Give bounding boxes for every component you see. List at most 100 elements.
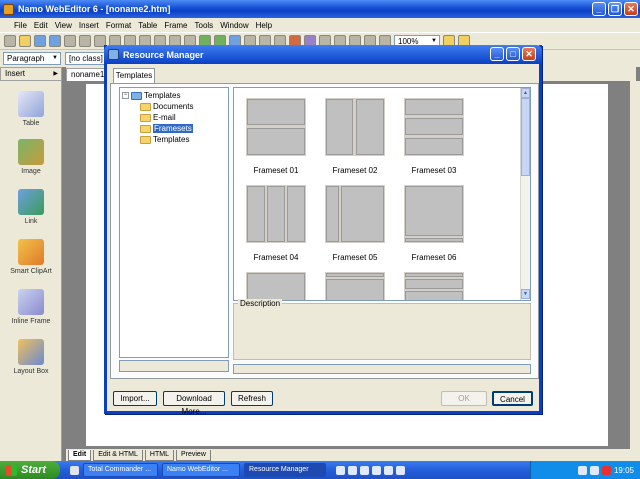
menu-help[interactable]: Help [256,21,272,30]
frameset-01-thumbnail[interactable] [246,98,306,156]
scroll-thumb[interactable] [521,98,530,176]
menu-window[interactable]: Window [220,21,248,30]
insert-image-button[interactable]: Image [0,139,62,175]
resource-manager-dialog: Resource Manager _ □ ✕ Templates − Templ… [104,45,542,416]
insert-layout-box-button[interactable]: Layout Box [0,339,62,375]
taskbar-icon-4[interactable] [372,465,381,475]
new-page-icon[interactable] [4,35,16,47]
taskbar-item-namo[interactable]: Namo WebEditor ... [162,463,240,477]
menu-file[interactable]: File [14,21,27,30]
menu-format[interactable]: Format [106,21,131,30]
dialog-title-bar[interactable]: Resource Manager _ □ ✕ [104,45,542,64]
clock[interactable]: 19:05 [614,466,634,475]
frameset-09-thumbnail[interactable] [404,272,464,300]
menu-view[interactable]: View [55,21,72,30]
tab-templates[interactable]: Templates [113,68,155,83]
side-label: Layout Box [13,368,49,375]
tree-node-email[interactable]: E-mail [140,113,176,122]
gallery-scrollbar[interactable]: ▲ ▼ [520,88,530,300]
description-status-bar [233,364,531,374]
menu-edit[interactable]: Edit [34,21,48,30]
frameset-03-thumbnail[interactable] [404,98,464,156]
tab-preview[interactable]: Preview [175,449,211,461]
table-icon [18,91,44,117]
tab-edit-html[interactable]: Edit & HTML [93,449,143,461]
taskbar-item-resource-manager[interactable]: Resource Manager [244,463,326,477]
minimize-icon[interactable]: _ [592,2,606,16]
tree-status-bar [119,360,229,372]
paragraph-style-select[interactable]: Paragraph ▼ [3,52,61,65]
dialog-minimize-icon[interactable]: _ [490,47,504,61]
refresh-button[interactable]: Refresh [231,391,273,406]
layout-box-icon [18,339,44,365]
frameset-07-thumbnail[interactable] [246,272,306,300]
dialog-maximize-icon[interactable]: □ [506,47,520,61]
editor-scrollbar[interactable] [630,81,640,449]
import-button[interactable]: Import... [113,391,157,406]
view-mode-tabs: Edit Edit & HTML HTML Preview [66,449,640,461]
template-tree[interactable]: − Templates Documents E-mail Framesets T… [119,87,229,358]
save-icon[interactable] [34,35,46,47]
side-label: Image [21,168,41,175]
insert-table-button[interactable]: Table [0,91,62,127]
windows-logo-icon [6,464,17,476]
tree-label: Documents [153,102,194,111]
print-icon[interactable] [79,35,91,47]
clipart-icon [18,239,44,265]
start-button[interactable]: Start [0,461,60,479]
scroll-up-icon[interactable]: ▲ [521,88,530,98]
insert-panel-header[interactable]: Insert ▶ [0,67,62,81]
app-title-bar[interactable]: Namo WebEditor 6 - [noname2.htm] _ ❐ ✕ [0,0,640,18]
menu-tools[interactable]: Tools [195,21,214,30]
insert-panel: Table Image Link Smart ClipArt Inline Fr… [0,81,62,461]
taskbar-icon-3[interactable] [360,465,369,475]
frameset-06-thumbnail[interactable] [404,185,464,243]
scroll-down-icon[interactable]: ▼ [521,289,530,299]
close-icon[interactable]: ✕ [624,2,638,16]
insert-clipart-button[interactable]: Smart ClipArt [0,239,62,275]
tab-edit[interactable]: Edit [68,449,92,461]
taskbar-item-total-commander[interactable]: Total Commander ... [83,463,158,477]
tree-node-framesets[interactable]: Framesets [140,124,193,133]
menu-insert[interactable]: Insert [79,21,99,30]
side-label: Smart ClipArt [10,268,52,275]
insert-inline-frame-button[interactable]: Inline Frame [0,289,62,325]
template-gallery[interactable]: Frameset 01 Frameset 02 Frameset 03 Fram… [233,87,531,301]
folder-icon [140,124,151,133]
tab-html[interactable]: HTML [144,449,174,461]
tree-label-root: Templates [144,91,181,100]
link-icon [18,189,44,215]
side-label: Link [24,218,38,225]
antivirus-icon[interactable] [601,465,611,475]
publish-icon[interactable] [64,35,76,47]
download-more-button[interactable]: Download More... [163,391,225,416]
menu-frame[interactable]: Frame [164,21,187,30]
insert-link-button[interactable]: Link [0,189,62,225]
frameset-05-thumbnail[interactable] [325,185,385,243]
tree-node-root[interactable]: − Templates [122,91,180,100]
tree-node-templates[interactable]: Templates [140,135,189,144]
dialog-title: Resource Manager [123,49,204,60]
frameset-08-thumbnail[interactable] [325,272,385,300]
quicklaunch-icon[interactable] [70,465,79,475]
volume-icon[interactable] [589,465,599,475]
dialog-close-icon[interactable]: ✕ [522,47,536,61]
cancel-button[interactable]: Cancel [492,391,533,406]
taskbar-icon-6[interactable] [396,465,405,475]
frameset-02-thumbnail[interactable] [325,98,385,156]
save-all-icon[interactable] [49,35,61,47]
restore-icon[interactable]: ❐ [608,2,622,16]
description-label: Description [238,299,283,308]
taskbar-icon-2[interactable] [348,465,357,475]
menu-table[interactable]: Table [138,21,157,30]
tree-node-documents[interactable]: Documents [140,102,193,111]
collapse-icon[interactable]: − [122,92,129,99]
taskbar-icon-5[interactable] [384,465,393,475]
ok-button[interactable]: OK [441,391,487,406]
network-icon[interactable] [577,465,587,475]
open-icon[interactable] [19,35,31,47]
dropdown-arrow-icon: ▶ [53,71,58,77]
frameset-04-thumbnail[interactable] [246,185,306,243]
taskbar-icon-1[interactable] [336,465,345,475]
menu-bar: File Edit View Insert Format Table Frame… [0,18,640,32]
